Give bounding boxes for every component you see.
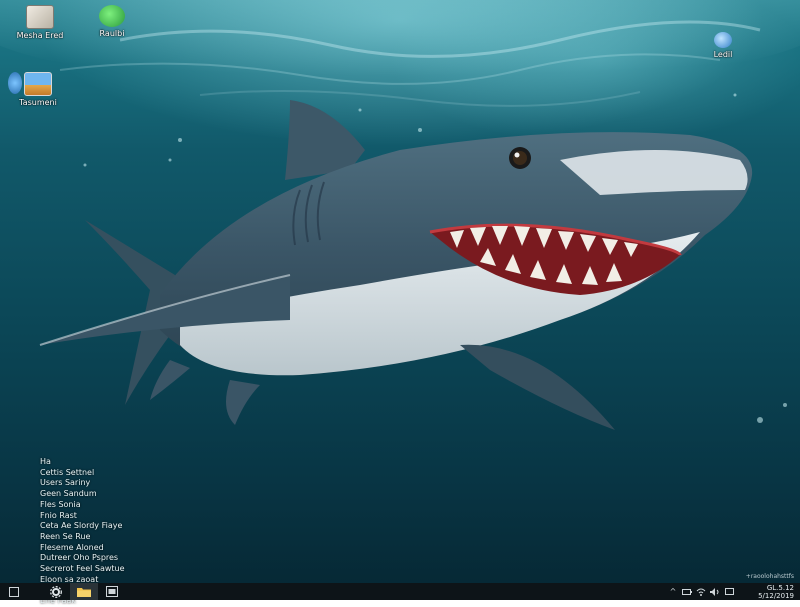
desktop-menu-item[interactable]: Ha [40,457,200,468]
desktop-icon-ledil[interactable]: Ledil [688,32,758,59]
desktop-menu-item[interactable]: Secrerot Feel Sawtue [40,564,200,575]
battery-icon[interactable] [680,583,694,600]
desktop-icon-blue-app[interactable] [0,72,40,96]
folder-icon [77,588,91,597]
taskbar-clock[interactable]: GL.5.12 5/12/2019 [736,584,800,600]
clock-time: GL.5.12 [766,583,794,592]
message-icon[interactable] [722,583,736,600]
taskbar: ^ GL.5.12 5/12/2019 [0,583,800,600]
desktop-menu-item[interactable]: Users Sariny [40,478,200,489]
start-button[interactable] [0,583,28,600]
desktop-menu-item[interactable]: Dutreer Oho Pspres [40,553,200,564]
folder-document-icon [26,5,54,29]
desktop-icon-label: Ledil [713,50,733,59]
blue-app-icon [8,72,22,94]
desktop-menu-item[interactable]: Ceta Ae Slordy Fiaye [40,521,200,532]
desktop-menu-item[interactable]: Fles Sonia [40,500,200,511]
green-app-icon [99,5,125,27]
taskbar-file-explorer-button[interactable] [70,583,98,600]
clock-date: 5/12/2019 [758,591,794,600]
system-tray: ^ GL.5.12 5/12/2019 [666,583,800,600]
desktop-menu-item[interactable]: Geen Sandum [40,489,200,500]
desktop-menu-item[interactable]: Reen Se Rue [40,532,200,543]
network-icon[interactable] [694,583,708,600]
window-app-icon [106,586,118,597]
desktop-menu-item[interactable]: Fleseme Aloned [40,543,200,554]
desktop-icon-raulbi[interactable]: Raulbi [77,5,147,38]
globe-icon [714,32,732,48]
desktop-icon-label: Mesha Ered [16,31,64,40]
desktop-icon-label: Raulbi [99,29,125,38]
watermark-text: +raoolohahsttfs [745,573,794,580]
taskbar-settings-button[interactable] [42,583,70,600]
desktop-menu-item[interactable]: Cettis Settnel [40,468,200,479]
gear-icon [50,585,62,598]
taskbar-app-button[interactable] [98,583,126,600]
desktop-icon-mesha-ered[interactable]: Mesha Ered [5,5,75,40]
volume-icon[interactable] [708,583,722,600]
chevron-up-icon[interactable]: ^ [666,583,680,600]
desktop-icon-label: Tasumeni [19,98,57,107]
desktop-menu-item[interactable]: Fnio Rast [40,511,200,522]
start-icon [9,586,19,597]
